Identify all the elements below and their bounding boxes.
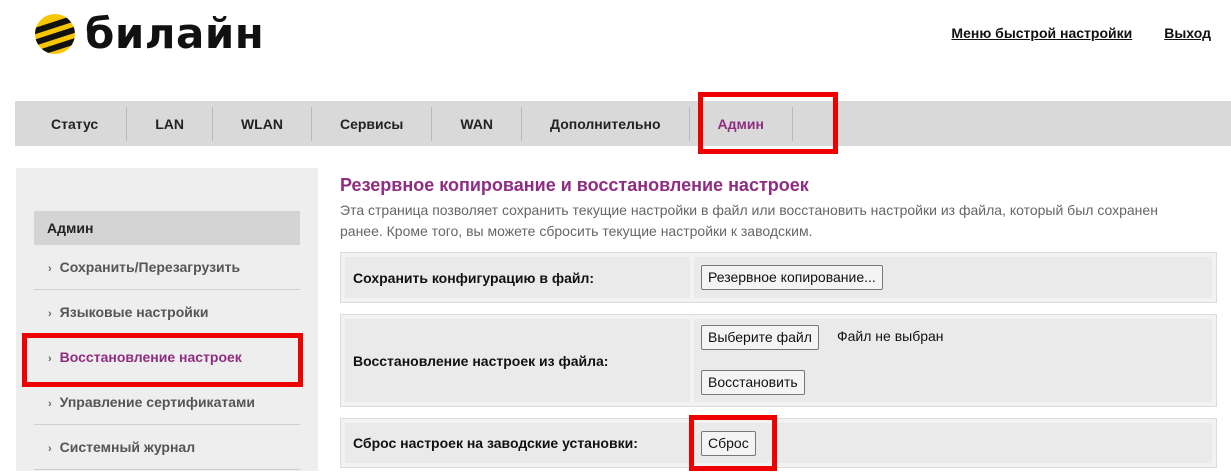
brand-name: билайн [85, 9, 265, 58]
reset-panel: Сброс настроек на заводские установки: С… [340, 418, 1217, 468]
sidebar-item-save-reboot[interactable]: › Сохранить/Перезагрузить [34, 245, 300, 290]
nav-tab-admin[interactable]: Админ [688, 106, 793, 141]
chevron-right-icon: › [48, 263, 52, 275]
sidebar-item-label: Восстановление настроек [59, 349, 242, 365]
choose-file-button[interactable]: Выберите файл [701, 325, 819, 350]
main-content: Резервное копирование и восстановление н… [340, 174, 1220, 242]
sidebar: Админ › Сохранить/Перезагрузить › Языковые… [16, 168, 318, 471]
sidebar-item-label: Системный журнал [59, 439, 196, 455]
quick-setup-link[interactable]: Меню быстрой настройки [951, 25, 1132, 41]
sidebar-item-label: Языковые настройки [59, 304, 209, 320]
backup-value-cell: Резервное копирование... [694, 257, 1212, 298]
reset-label: Сброс настроек на заводские установки: [345, 423, 690, 463]
chevron-right-icon: › [48, 353, 52, 365]
restore-panel: Восстановление настроек из файла: Выбери… [340, 314, 1217, 407]
nav-tab-status[interactable]: Статус [15, 106, 128, 141]
sidebar-heading: Админ [34, 211, 300, 245]
backup-button[interactable]: Резервное копирование... [701, 265, 883, 290]
logout-link[interactable]: Выход [1164, 25, 1211, 41]
sidebar-item-label: Сохранить/Перезагрузить [59, 259, 241, 275]
restore-value-cell: Выберите файл Файл не выбран Восстановит… [694, 319, 1212, 402]
beeline-logo: билайн [33, 12, 264, 56]
page-title: Резервное копирование и восстановление н… [340, 175, 809, 195]
file-status-text: Файл не выбран [837, 328, 944, 344]
reset-value-cell: Сброс [694, 423, 1212, 463]
nav-tab-wlan[interactable]: WLAN [213, 106, 312, 141]
sidebar-item-label: Управление сертификатами [59, 394, 255, 410]
backup-panel: Сохранить конфигурацию в файл: Резервное… [340, 252, 1217, 303]
chevron-right-icon: › [48, 443, 52, 455]
reset-button[interactable]: Сброс [701, 431, 756, 456]
restore-button[interactable]: Восстановить [701, 370, 805, 395]
top-links: Меню быстрой настройки Выход [951, 25, 1211, 41]
backup-label: Сохранить конфигурацию в файл: [345, 257, 690, 298]
chevron-right-icon: › [48, 398, 52, 410]
beeline-logo-icon [35, 14, 75, 54]
sidebar-item-language[interactable]: › Языковые настройки [34, 290, 300, 335]
nav-tab-lan[interactable]: LAN [127, 106, 213, 141]
sidebar-item-restore-settings[interactable]: › Восстановление настроек [34, 335, 300, 380]
nav-tab-services[interactable]: Сервисы [312, 106, 433, 141]
chevron-right-icon: › [48, 308, 52, 320]
restore-label: Восстановление настроек из файла: [345, 319, 690, 402]
nav-tab-wan[interactable]: WAN [432, 106, 523, 141]
sidebar-item-system-log[interactable]: › Системный журнал [34, 425, 300, 470]
sidebar-item-certificates[interactable]: › Управление сертификатами [34, 380, 300, 425]
page-description: Эта страница позволяет сохранить текущие… [340, 202, 1158, 239]
nav-tab-advanced[interactable]: Дополнительно [522, 107, 688, 141]
main-nav: Статус LAN WLAN Сервисы WAN Дополнительн… [15, 101, 1231, 146]
